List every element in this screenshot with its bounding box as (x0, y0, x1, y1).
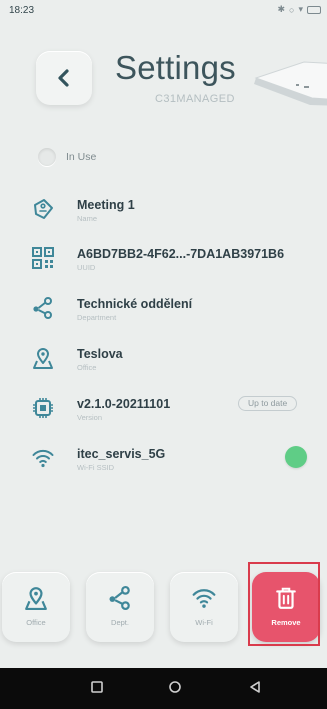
in-use-label: In Use (66, 151, 97, 163)
chip-icon (33, 398, 53, 418)
row-label: Department (77, 313, 117, 322)
device-name: C31MANAGED (155, 93, 235, 105)
row-value: Meeting 1 (77, 198, 135, 212)
chevron-left-icon (58, 69, 69, 87)
clock-icon: ○ (289, 4, 295, 15)
row-value: v2.1.0-20211101 (77, 397, 171, 411)
qr-code-icon (32, 247, 54, 269)
network-icon (33, 297, 52, 319)
bluetooth-icon: ✱ (277, 4, 286, 14)
wifi-status-indicator (285, 446, 307, 468)
row-value: itec_servis_5G (77, 447, 166, 461)
status-time: 18:23 (9, 5, 35, 16)
system-nav-bar (0, 668, 327, 709)
status-icons: ✱ ○ ▾ (277, 4, 321, 15)
office-button-label: Office (26, 618, 46, 627)
wifi-icon (32, 449, 54, 468)
back-button[interactable] (36, 51, 92, 105)
back-nav-icon[interactable] (248, 680, 262, 694)
tag-icon (34, 199, 53, 219)
recent-apps-icon[interactable] (90, 680, 104, 694)
row-label: Wi-Fi SSID (77, 463, 115, 472)
in-use-toggle[interactable]: In Use (38, 148, 96, 166)
status-bar: 18:23 ✱ ○ ▾ (0, 0, 327, 22)
dept-button-label: Dept. (111, 618, 129, 627)
device-image (254, 61, 327, 106)
signal-icon: ▾ (298, 4, 303, 14)
wifi-row[interactable]: itec_servis_5G Wi-Fi SSID (32, 445, 322, 479)
department-row[interactable]: Technické oddělení Department (32, 295, 322, 329)
wifi-icon (192, 589, 216, 608)
version-row[interactable]: v2.1.0-20211101 Version Up to date (32, 395, 322, 429)
name-row[interactable]: Meeting 1 Name (32, 196, 322, 230)
remove-highlight-frame (248, 562, 320, 646)
uuid-row[interactable]: A6BD7BB2-4F62...-7DA1AB3971B6 UUID (32, 245, 322, 279)
update-status-badge: Up to date (238, 396, 298, 411)
settings-screen: 18:23 ✱ ○ ▾ Settings C31MANAGED In Use M… (0, 0, 327, 668)
location-icon (33, 348, 53, 369)
office-button[interactable]: Office (2, 572, 70, 642)
row-label: Version (77, 413, 103, 422)
wifi-button[interactable]: Wi-Fi (170, 572, 238, 642)
row-value: Teslova (77, 347, 123, 361)
row-value: A6BD7BB2-4F62...-7DA1AB3971B6 (77, 247, 285, 261)
wifi-button-label: Wi-Fi (195, 618, 213, 627)
dept-button[interactable]: Dept. (86, 572, 154, 642)
location-icon (25, 587, 47, 610)
page-title: Settings (115, 49, 236, 86)
row-label: Name (77, 214, 98, 223)
battery-icon (307, 5, 321, 14)
network-icon (109, 586, 130, 610)
in-use-radio[interactable] (38, 148, 56, 166)
row-label: Office (77, 363, 97, 372)
home-icon[interactable] (168, 680, 182, 694)
row-label: UUID (77, 263, 96, 272)
office-row[interactable]: Teslova Office (32, 345, 322, 379)
row-value: Technické oddělení (77, 297, 193, 311)
